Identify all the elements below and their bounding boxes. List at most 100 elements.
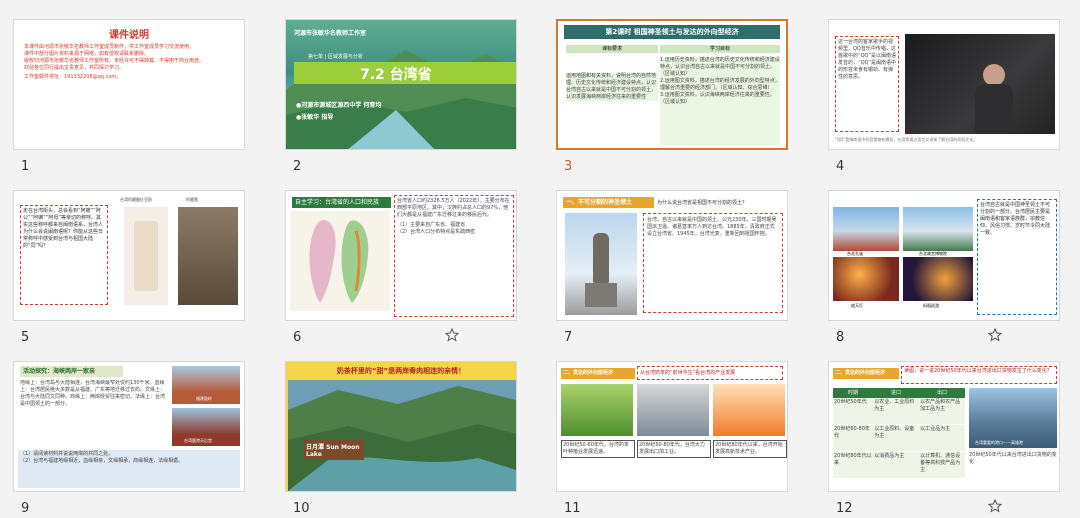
slide-number-12: 12 — [836, 501, 853, 516]
slide-8-text-content: 台湾自古就是中国神圣领土不可分割的一部分。台湾居民主要是闽南语和客家语族群，宗教… — [980, 202, 1051, 236]
harbor-image — [969, 388, 1057, 448]
slide-1-line-1: 本课件由河源市张敏华名教师工作室成员制作，供工作室成员学习交流使用。 — [24, 44, 195, 50]
slide-3[interactable]: 第2课时 祖国神圣领土与发达的外向型经济 课标要求 学习目标 运用地图和有关资料… — [556, 19, 788, 150]
slide-7-text-content: 台湾，自古以来就是中国的领土。公元230年，三国时期吴国派卫温、诸葛直率万人到达… — [647, 217, 777, 237]
star-icon[interactable] — [445, 328, 459, 342]
slide-1-contact: 工作室邮件地址：191332208@qq.com。 — [24, 74, 122, 80]
slide-11-text-3: 20世纪80年代以来，台湾开始发展高新技术产业。 — [713, 440, 787, 458]
slide-9[interactable]: 活动探究：海峡两岸一家亲 地缘上：台湾岛与大陆相连，台湾海峡最窄处仅约130千米… — [13, 361, 245, 492]
slide-3-title: 第2课时 祖国神圣领土与发达的外向型经济 — [564, 25, 780, 39]
table-row: 20世纪50年代 以农业、工业原料为主 以农产品和农产品加工品为主 — [833, 398, 965, 425]
slide-11[interactable]: 二、发达的外向型经济 从台湾奶茶的“前世今生”看台湾的产业发展 20世纪50-6… — [556, 361, 788, 492]
slide-number-10: 10 — [293, 501, 310, 516]
slide-3-goal-1: 1.运用历史资料，描述台湾的历史文化传统和经济建设特点，认识台湾自古以来就是中国… — [660, 57, 780, 77]
statue-shape — [593, 233, 609, 283]
slide-2[interactable]: 河源市张敏华名教师工作室 第七单 | 区域发展与分析 7.2 台湾省 ●河源市源… — [285, 19, 517, 150]
slide-8-caption-4: 妈祖巡游 — [923, 303, 939, 308]
slide-12-caption: 台湾重要的港口——高雄港 — [975, 440, 1023, 445]
slide-9-header: 活动探究：海峡两岸一家亲 — [20, 366, 123, 377]
slide-number-2: 2 — [293, 159, 302, 174]
slide-9-answer-1: （1）请阅读材料并说说两岸的共同之处。 — [20, 451, 114, 457]
festival-image — [903, 257, 973, 301]
table-cell: 20世纪80年代以来 — [834, 453, 872, 466]
lantern-image — [833, 257, 899, 301]
slide-number-3: 3 — [564, 159, 573, 174]
slide-number-11: 11 — [564, 501, 581, 516]
cup-shape — [134, 221, 158, 291]
phone-app-image — [713, 384, 785, 436]
slide-7-section: 一、不可分割的神圣领土 — [563, 197, 654, 208]
sun-moon-lake-image — [288, 380, 516, 491]
slide-1-line-3: 版权归河源市张敏华名教师工作室所有，未经许可不得转载、不得用于商业用途。 — [24, 58, 205, 64]
period-table: 时期 进口 出口 20世纪50年代 以农业、工业原料为主 以农产品和农产品加工品… — [833, 388, 965, 478]
tea-field-image — [561, 384, 633, 436]
table-cell: 以消费品为主 — [874, 453, 905, 459]
slide-4[interactable]: 这一台湾的客家歌手的视频里，QQ音乐中传唱，这首歌中的“QQ”是以闽南语发音的，… — [828, 19, 1060, 150]
slide-8[interactable]: 台北孔庙 台北故宫博物院 放天灯 妈祖巡游 台湾自古就是中国神圣领土不可分割的一… — [828, 190, 1060, 321]
slide-8-caption-2: 台北故宫博物院 — [919, 251, 947, 256]
slide-12-section: 二、发达的外向型经济 — [833, 368, 899, 379]
slide-9-answers: （1）请阅读材料并说说两岸的共同之处。 （2）台湾与福建地缘相近，血缘相亲，文缘… — [18, 450, 240, 488]
slide-3-col1: 课标要求 — [566, 45, 658, 53]
video-frame-image — [905, 34, 1055, 134]
slide-8-caption-3: 放天灯 — [851, 303, 863, 308]
slide-6-text: 台湾省人口约2326.5万人（2022年），主要分布在西部平原地区。其中，汉族约… — [394, 195, 514, 317]
slide-11-section: 二、发达的外向型经济 — [561, 368, 635, 379]
table-head-export: 出口 — [936, 390, 947, 396]
slide-9-text: 地缘上：台湾岛与大陆相连，台湾海峡最窄处仅约130千米。血缘上：台湾居民绝大多数… — [20, 380, 166, 407]
star-icon[interactable] — [988, 499, 1002, 513]
slide-6[interactable]: 自主学习：台湾省的人口和民族 台湾省人口约2326.5万人（2022年），主要分… — [285, 190, 517, 321]
mountain-landscape-image — [286, 50, 516, 149]
slide-number-6: 6 — [293, 330, 302, 345]
slide-1[interactable]: 课件说明 本课件由河源市张敏华名教师工作室成员制作，供工作室成员学习交流使用。 … — [13, 19, 245, 150]
slide-number-5: 5 — [21, 330, 30, 345]
slide-9-tag-2: 台湾鹿港天后宫 — [184, 438, 212, 443]
slide-6-text-content: 台湾省人口约2326.5万人（2022年），主要分布在西部平原地区。其中，汉族约… — [397, 198, 510, 218]
slide-3-goal-2: 2.运用图文资料，描述台湾的经济发展的外向型特点，理解台湾重要的经济部门。（区域… — [660, 78, 780, 91]
statue-base — [585, 283, 617, 307]
slide-1-line-2: 课件中部分图片资料来源于网络，如有侵权请联系删除。 — [24, 51, 150, 57]
slide-number-9: 9 — [21, 501, 30, 516]
slide-12[interactable]: 二、发达的外向型经济 读图，说一说20世纪50年代以来台湾进出口货物发生了什么变… — [828, 361, 1060, 492]
slide-8-text: 台湾自古就是中国神圣领土不可分割的一部分。台湾居民主要是闽南语和客家语族群，宗教… — [977, 199, 1057, 315]
table-row: 20世纪80年代以来 以消费品为主 以计算机、通信设备等高科技产品为主 — [833, 452, 965, 478]
slide-2-title: 7.2 台湾省 — [360, 67, 432, 83]
old-house-image — [178, 207, 238, 305]
slide-2-teacher: ●张敏华 指导 — [296, 114, 334, 121]
table-cell: 20世纪50年代 — [834, 399, 867, 405]
factory-image — [637, 384, 709, 436]
slide-5-text-content: 走在台湾街头，总会看到“阿嬷”“阿公”“阿嫲”“阿母”等亲切的称呼。其实这些称呼… — [23, 208, 104, 249]
table-cell: 20世纪60-80年代 — [834, 426, 870, 439]
star-icon[interactable] — [988, 328, 1002, 342]
table-head-import: 进口 — [890, 390, 901, 396]
table-cell: 以工业原料、设备为主 — [874, 426, 915, 439]
slide-3-requirement: 运用地图和有关资料，说明台湾的自然地理、历史文化传统和经济建设特点，认识台湾自古… — [566, 73, 658, 101]
temple-image — [833, 207, 899, 251]
slide-11-text-2: 20世纪60-80年代，台湾大力发展出口加工业。 — [637, 440, 711, 458]
table-head-period: 时期 — [847, 390, 858, 396]
slide-7-text: 台湾，自古以来就是中国的领土。公元230年，三国时期吴国派卫温、诸葛直率万人到达… — [643, 213, 783, 313]
slide-number-1: 1 — [21, 159, 30, 174]
museum-image — [903, 207, 973, 251]
slide-1-body: 本课件由河源市张敏华名教师工作室成员制作，供工作室成员学习交流使用。 课件中部分… — [24, 44, 234, 81]
table-cell: 以工业品为主 — [920, 426, 951, 432]
singer-body — [975, 84, 1013, 134]
slide-number-4: 4 — [836, 159, 845, 174]
slide-10[interactable]: 奶茶杯里的“甜”是两岸骨肉相连的亲情！ 日月潭 Sun Moon Lake — [285, 361, 517, 492]
slide-7-question: 为什么说台湾省是祖国不可分割的领土？ — [657, 200, 748, 206]
slide-11-question: 从台湾奶茶的“前世今生”看台湾的产业发展 — [637, 366, 783, 380]
table-cell: 以农产品和农产品加工品为主 — [920, 399, 961, 412]
slide-12-question: 读图，说一说20世纪50年代以来台湾进出口货物发生了什么变化？ — [901, 366, 1057, 384]
slide-6-header: 自主学习：台湾省的人口和民族 — [292, 197, 391, 208]
slide-12-note: 20世纪50年代以来台湾进出口货物的变化 — [969, 452, 1057, 465]
slide-7[interactable]: 一、不可分割的神圣领土 为什么说台湾省是祖国不可分割的领土？ 台湾，自古以来就是… — [556, 190, 788, 321]
slide-5[interactable]: 走在台湾街头，总会看到“阿嬷”“阿公”“阿嫲”“阿母”等亲切的称呼。其实这些称呼… — [13, 190, 245, 321]
slide-8-caption-1: 台北孔庙 — [847, 251, 863, 256]
slide-number-7: 7 — [564, 330, 573, 345]
slide-5-tag-1: 台湾阿嬷酿红豆奶 — [120, 197, 152, 202]
slide-2-grade: 第七单 | 区域发展与分析 — [308, 54, 363, 60]
slide-11-text-1: 20世纪50-60年代，台湾的茶叶种植业发展迅速。 — [561, 440, 635, 458]
slide-5-text: 走在台湾街头，总会看到“阿嬷”“阿公”“阿嫲”“阿母”等亲切的称呼。其实这些称呼… — [20, 205, 108, 305]
statue-image — [565, 213, 637, 315]
slide-4-footnote: “QQ”是闽南语中形容食物有嚼劲，台湾常通过语言交流来了解台湾的风俗文化。 — [835, 137, 978, 142]
